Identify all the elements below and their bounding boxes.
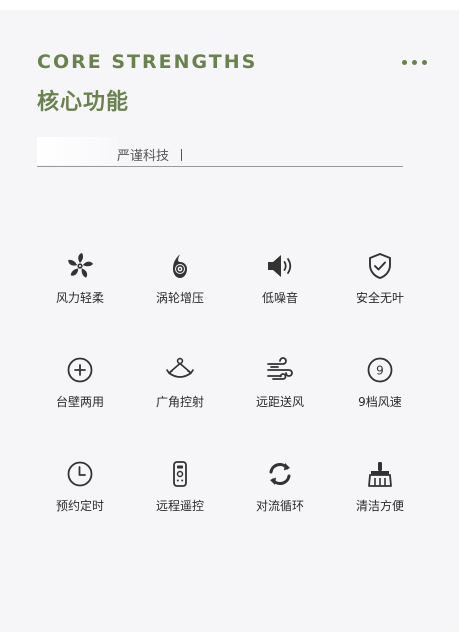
feature-label: 涡轮增压 — [155, 291, 204, 305]
feature-item: 远距送风 — [230, 354, 330, 458]
speaker-icon — [264, 250, 296, 282]
tagline-bar — [181, 148, 183, 161]
feature-item: 对流循环 — [230, 458, 330, 562]
feature-label: 广角控射 — [155, 395, 204, 409]
wind-icon — [264, 354, 296, 386]
feature-item: 9 9档风速 — [330, 354, 430, 458]
feature-item: 台壁两用 — [30, 354, 130, 458]
feature-item: 广角控射 — [130, 354, 230, 458]
feature-label: 风力轻柔 — [55, 291, 104, 305]
brush-icon — [364, 458, 396, 490]
feature-item: 安全无叶 — [330, 250, 430, 354]
feature-label: 9档风速 — [358, 395, 402, 409]
remote-icon — [164, 458, 196, 490]
feature-grid: 风力轻柔 涡轮增压 低噪音 安全无叶 台壁两用 广角控射 远距送风 9 9档风速… — [30, 250, 430, 562]
speed-nine-icon: 9 — [364, 354, 396, 386]
tagline: 严谨科技 — [117, 145, 183, 164]
feature-label: 远距送风 — [255, 395, 304, 409]
feature-label: 清洁方便 — [355, 499, 404, 513]
fan-icon — [64, 250, 96, 282]
section-eyebrow: CORE STRENGTHS — [37, 51, 258, 73]
refresh-icon — [264, 458, 296, 490]
turbo-icon — [164, 250, 196, 282]
divider — [37, 166, 403, 167]
feature-item: 风力轻柔 — [30, 250, 130, 354]
feature-label: 安全无叶 — [355, 291, 404, 305]
clock-icon — [64, 458, 96, 490]
page-card: CORE STRENGTHS 核心功能 严谨科技 风力轻柔 涡轮增压 低噪音 安… — [0, 10, 459, 632]
feature-label: 低噪音 — [261, 291, 298, 305]
feature-item: 远程遥控 — [130, 458, 230, 562]
speed-badge-number: 9 — [376, 364, 384, 378]
feature-label: 远程遥控 — [155, 499, 204, 513]
feature-label: 预约定时 — [55, 499, 104, 513]
feature-label: 台壁两用 — [55, 395, 104, 409]
feature-item: 涡轮增压 — [130, 250, 230, 354]
plus-circle-icon — [64, 354, 96, 386]
feature-item: 低噪音 — [230, 250, 330, 354]
tagline-text: 严谨科技 — [117, 149, 170, 164]
feature-label: 对流循环 — [255, 499, 304, 513]
more-dots-icon[interactable] — [402, 60, 427, 65]
section-title: 核心功能 — [37, 90, 130, 115]
wide-angle-icon — [164, 354, 196, 386]
tagline-fade — [37, 137, 117, 165]
shield-check-icon — [364, 250, 396, 282]
feature-item: 清洁方便 — [330, 458, 430, 562]
feature-item: 预约定时 — [30, 458, 130, 562]
